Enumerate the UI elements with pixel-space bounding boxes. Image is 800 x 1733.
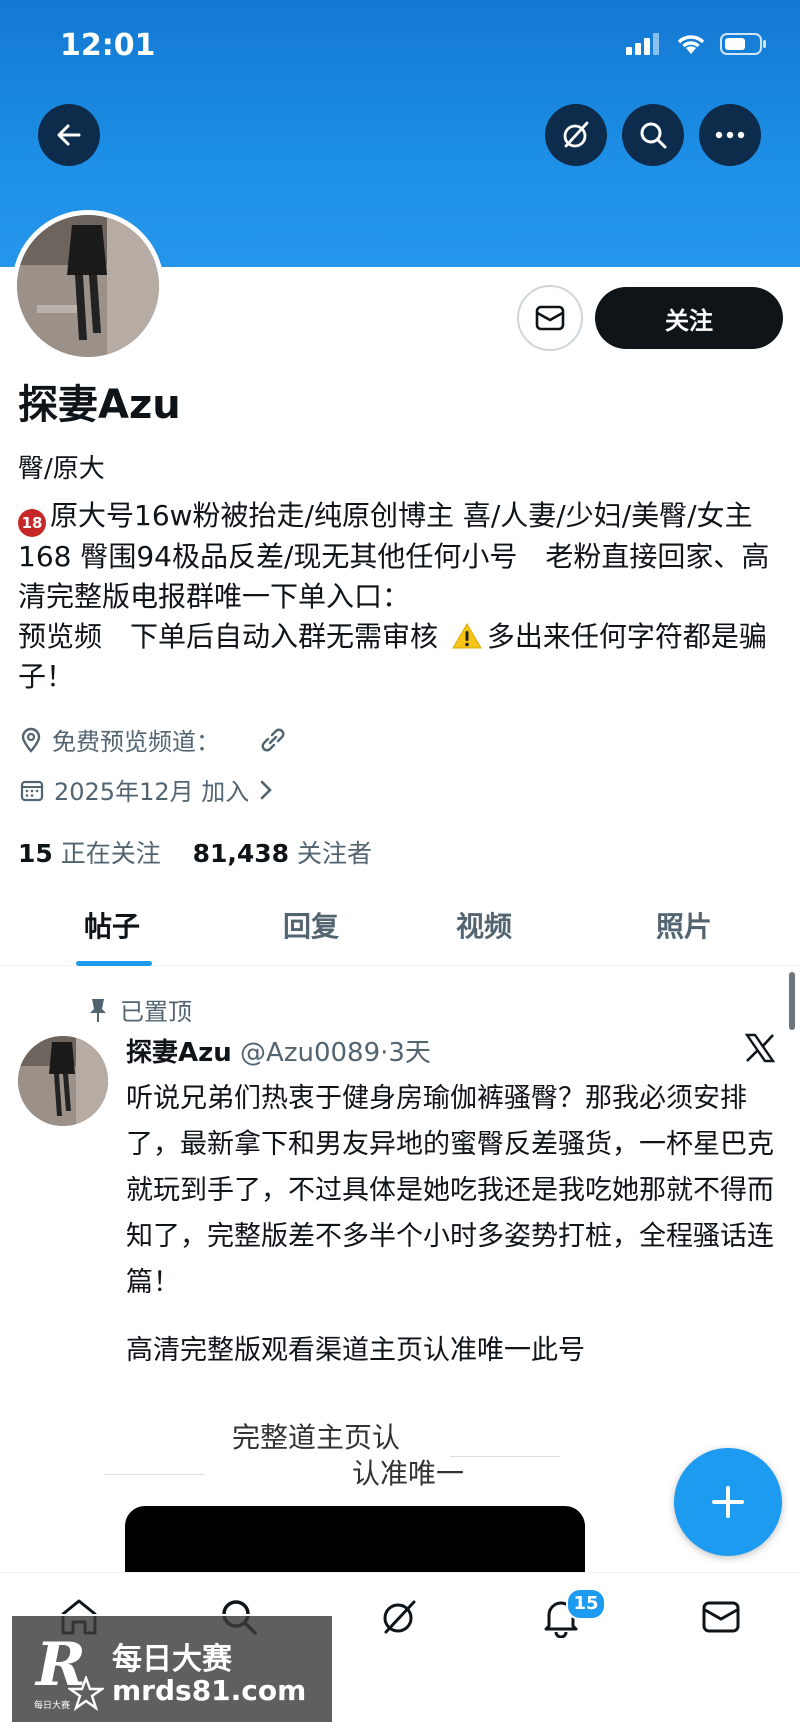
follow-stats: 15 正在关注 81,438 关注者 bbox=[18, 834, 372, 870]
arrow-left-icon bbox=[57, 124, 81, 146]
post-avatar-image bbox=[18, 1036, 108, 1126]
pin-icon bbox=[90, 998, 106, 1022]
mail-icon bbox=[535, 305, 565, 331]
joined-row[interactable]: 2025年12月 加入 bbox=[20, 772, 273, 807]
link-icon[interactable] bbox=[258, 725, 288, 755]
search-button[interactable] bbox=[622, 104, 684, 166]
messages-icon[interactable] bbox=[700, 1596, 742, 1638]
more-icon bbox=[715, 131, 745, 139]
bio-text-1: 原大号16w粉被抬走/纯原创博主 喜/人妻/少妇/美臀/女主168 臀围94极品… bbox=[18, 499, 770, 613]
signal-icon bbox=[626, 33, 659, 55]
watermark-line-2: mrds81.com bbox=[112, 1674, 307, 1707]
joined-text: 2025年12月 加入 bbox=[54, 778, 250, 806]
battery-icon bbox=[720, 33, 766, 55]
watermark-line-1: 每日大赛 bbox=[112, 1642, 232, 1677]
post-avatar[interactable] bbox=[18, 1036, 108, 1126]
star-icon bbox=[68, 1676, 104, 1712]
notifications-badge: 15 bbox=[566, 1588, 606, 1620]
avatar-image bbox=[17, 215, 159, 357]
followers-label: 关注者 bbox=[297, 839, 373, 868]
compose-button[interactable] bbox=[674, 1448, 782, 1556]
age-restricted-icon: 18 bbox=[18, 509, 46, 537]
chevron-right-icon bbox=[260, 780, 273, 799]
post-extra-text: 高清完整版观看渠道主页认准唯一此号 bbox=[126, 1335, 585, 1366]
search-icon bbox=[640, 122, 667, 149]
more-button[interactable] bbox=[699, 104, 761, 166]
grok-button[interactable] bbox=[545, 104, 607, 166]
pinned-label: 已置顶 bbox=[88, 992, 192, 1027]
location-row: 免费预览频道： bbox=[20, 722, 288, 757]
media-caption-2: 认准唯一 bbox=[352, 1457, 465, 1490]
message-button[interactable] bbox=[517, 285, 583, 351]
status-icons bbox=[626, 32, 768, 56]
calendar-icon bbox=[20, 780, 44, 801]
tab-replies[interactable]: 回复 bbox=[283, 905, 339, 945]
pinned-text: 已置顶 bbox=[120, 998, 192, 1026]
post-handle-time[interactable]: @Azu0089·3天 bbox=[240, 1038, 431, 1068]
followers-link[interactable]: 81,438 关注者 bbox=[193, 839, 372, 868]
x-logo-icon[interactable] bbox=[744, 1032, 776, 1064]
active-tab-indicator bbox=[76, 961, 152, 966]
post-text: 听说兄弟们热衷于健身房瑜伽裤骚臀？那我必须安排了，最新拿下和男友异地的蜜臀反差骚… bbox=[126, 1083, 774, 1298]
location-icon bbox=[21, 727, 41, 753]
media-caption-1: 完整道主页认 bbox=[232, 1421, 401, 1454]
tab-photos[interactable]: 照片 bbox=[656, 905, 712, 945]
tab-posts[interactable]: 帖子 bbox=[84, 905, 140, 945]
follow-button[interactable]: 关注 bbox=[595, 287, 783, 349]
back-button[interactable] bbox=[38, 104, 100, 166]
status-time: 12:01 bbox=[60, 28, 156, 63]
grok-icon bbox=[563, 121, 589, 148]
watermark-small: 每日大赛 bbox=[34, 1701, 71, 1711]
following-count: 15 bbox=[18, 839, 53, 868]
following-label: 正在关注 bbox=[60, 839, 161, 868]
location-text: 免费预览频道： bbox=[52, 728, 220, 756]
wifi-icon bbox=[677, 35, 705, 54]
plus-icon bbox=[712, 1486, 744, 1518]
warning-icon bbox=[452, 623, 482, 649]
media-divider bbox=[450, 1456, 560, 1457]
scrollbar[interactable] bbox=[789, 972, 795, 1030]
profile-bio: 18 原大号16w粉被抬走/纯原创博主 喜/人妻/少妇/美臀/女主168 臀围94… bbox=[18, 496, 778, 697]
profile-tabs: 帖子 回复 视频 照片 bbox=[0, 885, 800, 966]
bio-text-2: 预览频 下单后自动入群无需审核 bbox=[18, 620, 439, 653]
tab-videos[interactable]: 视频 bbox=[456, 905, 512, 945]
bio-line-1: 臀/原大 bbox=[18, 454, 105, 484]
post-header: 探妻Azu @Azu0089·3天 bbox=[126, 1032, 431, 1069]
media-divider bbox=[104, 1474, 204, 1475]
watermark-logo: R 每日大赛 mrds81.com 每日大赛 bbox=[10, 1614, 334, 1724]
grok-nav-icon[interactable] bbox=[378, 1596, 420, 1638]
post-author-name[interactable]: 探妻Azu bbox=[126, 1038, 232, 1068]
following-link[interactable]: 15 正在关注 bbox=[18, 839, 161, 868]
followers-count: 81,438 bbox=[192, 839, 290, 868]
profile-name: 探妻Azu bbox=[18, 382, 181, 428]
profile-avatar[interactable] bbox=[12, 210, 164, 362]
